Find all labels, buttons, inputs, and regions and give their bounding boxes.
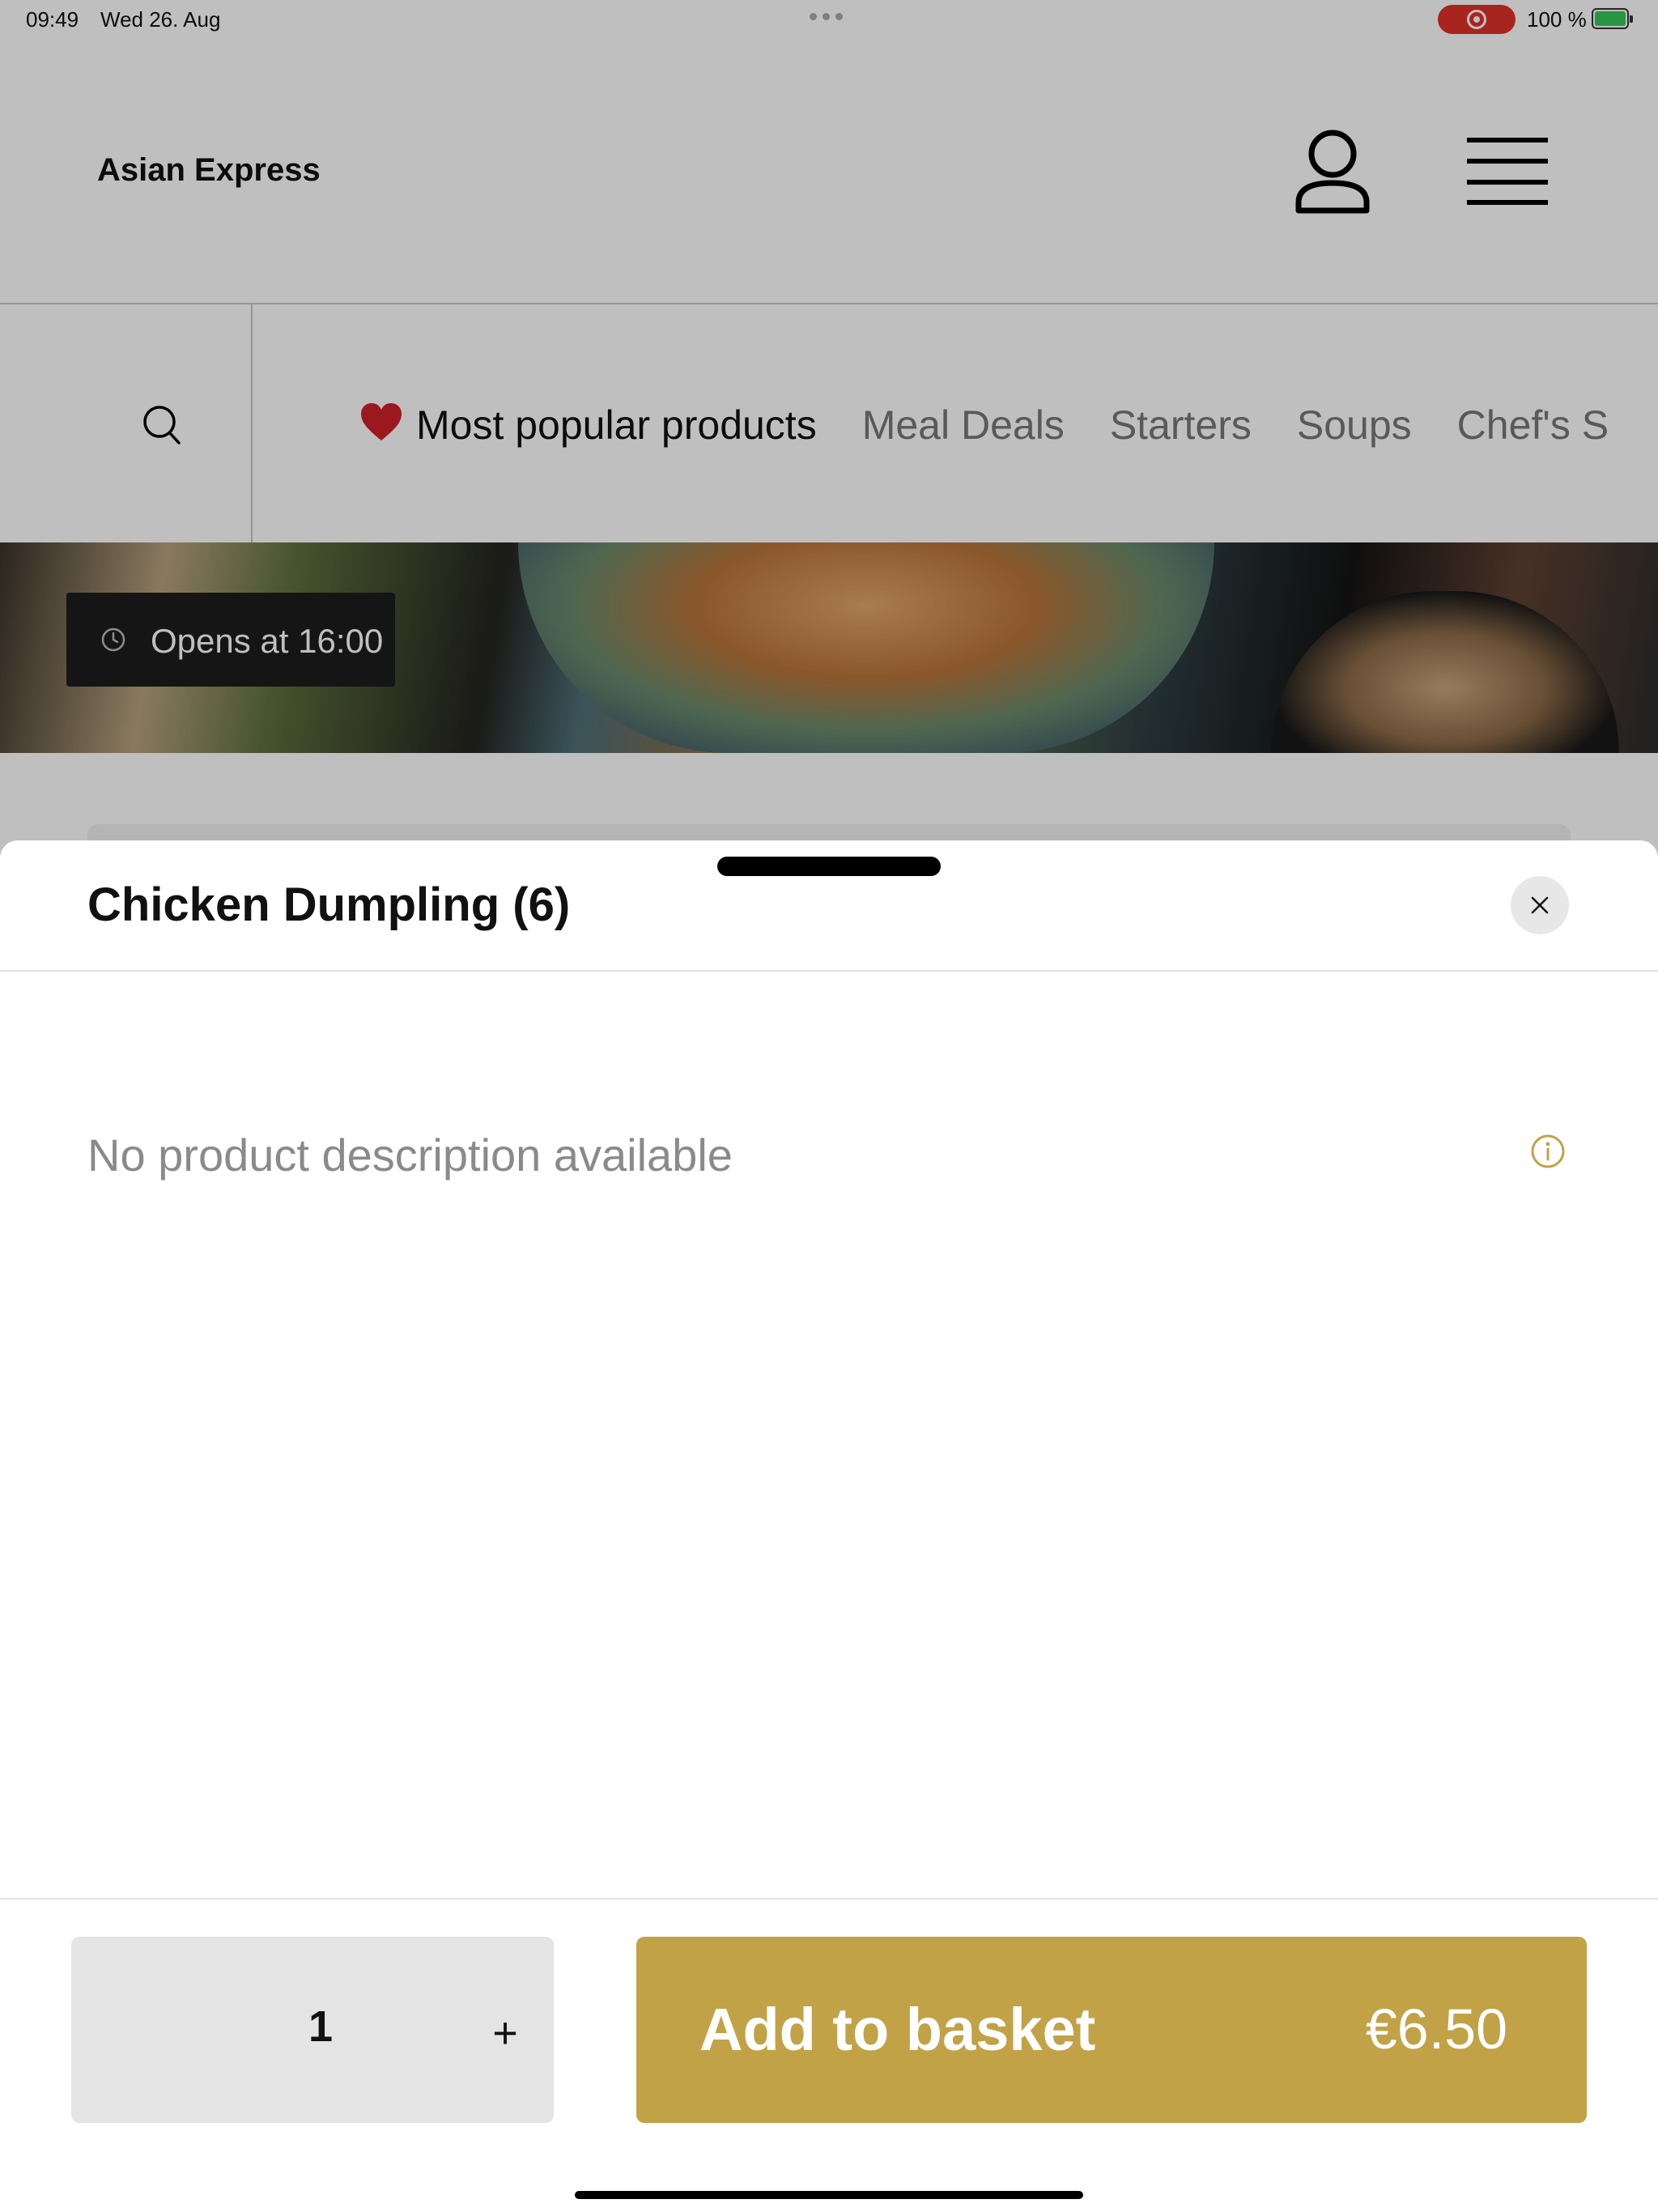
sheet-grabber[interactable] xyxy=(717,857,941,876)
product-sheet: Chicken Dumpling (6) No product descript… xyxy=(0,840,1658,2212)
home-indicator[interactable] xyxy=(575,2191,1083,2199)
add-to-basket-button[interactable]: Add to basket €6.50 xyxy=(636,1937,1587,2123)
close-icon xyxy=(1531,896,1549,914)
quantity-stepper: 1 + xyxy=(71,1937,554,2123)
divider xyxy=(0,970,1658,972)
product-price: €6.50 xyxy=(1365,1997,1507,2061)
product-title: Chicken Dumpling (6) xyxy=(87,878,571,931)
info-icon[interactable] xyxy=(1530,1134,1566,1169)
quantity-value: 1 xyxy=(308,2002,334,2051)
add-to-basket-label: Add to basket xyxy=(699,1996,1096,2063)
divider xyxy=(0,1898,1658,1899)
increment-button[interactable]: + xyxy=(469,2005,542,2061)
close-button[interactable] xyxy=(1511,876,1569,934)
product-description: No product description available xyxy=(87,1129,733,1180)
